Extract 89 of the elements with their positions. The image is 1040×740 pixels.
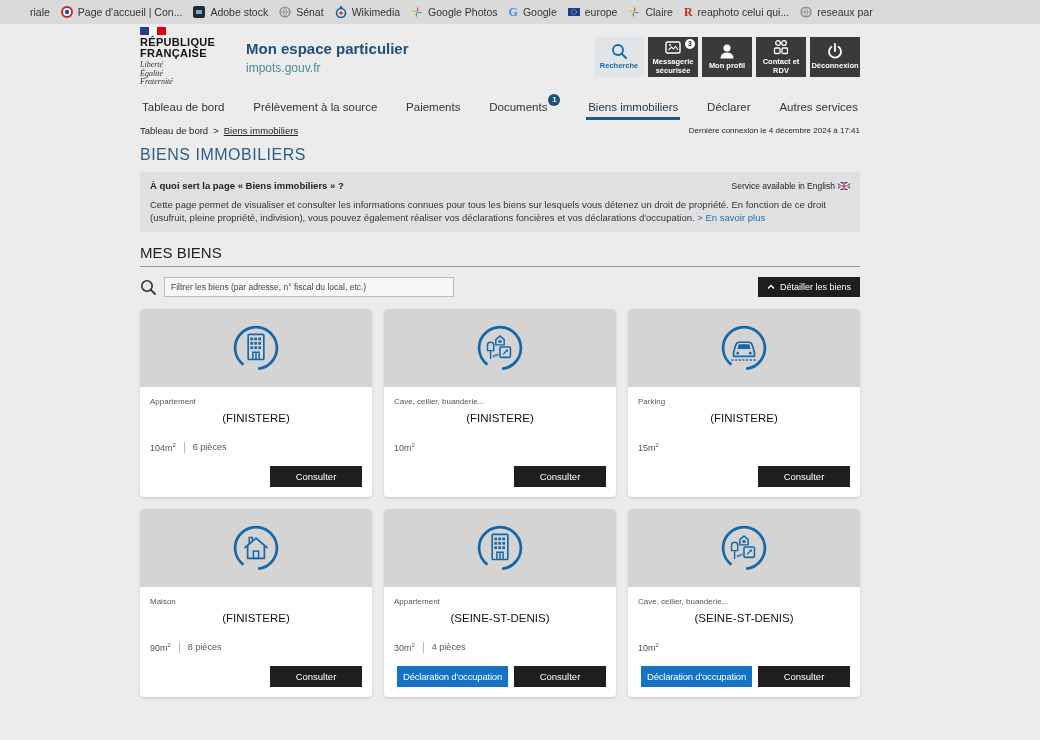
nav-tab[interactable]: Tableau de bord <box>140 93 227 120</box>
bookmark-link[interactable]: R reaphoto celui qui... <box>683 6 790 18</box>
square-logo-icon <box>193 6 206 18</box>
small-buildings-icon <box>720 524 768 572</box>
bookmark-link[interactable]: Adobe stock <box>193 6 269 18</box>
property-area: 15m$^{2}$ <box>638 441 659 453</box>
nav-tab[interactable]: Documents 1 <box>487 93 562 120</box>
republic-name: RÉPUBLIQUE FRANÇAISE <box>140 37 217 60</box>
nav-tab[interactable]: Prélèvement à la source <box>251 93 380 120</box>
learn-more-link[interactable]: > En savoir plus <box>697 211 766 223</box>
property-location: (FINISTERE) <box>709 412 779 424</box>
bookmark-link[interactable]: Wikimedia <box>334 6 401 18</box>
nav-tab[interactable]: Déclarer <box>705 93 753 120</box>
bookmark-link[interactable]: Google Photos <box>411 6 498 18</box>
car-icon <box>720 324 768 372</box>
property-location: (FINISTERE) <box>465 412 535 424</box>
help-text: Cette page permet de visualiser et consulter les informations connues pour tous les biens sur lesquels vous détenez un droit de propriété. En fonction de ce droit (usufruit, pleine propriété, indivision), vous pouvez également réaliser vos déclarations foncières et vos déclarations d'occupation. > En savoir plus <box>150 199 827 224</box>
site-address: impots.gouv.fr <box>246 60 322 75</box>
filter-field[interactable]: Filtrer les biens (par adresse, n° fiscal du local, etc.) <box>164 277 454 297</box>
consult-button[interactable]: Consulter <box>514 666 606 687</box>
globe-icon <box>800 6 813 18</box>
declaration-button[interactable]: Déclaration d'occupation <box>397 666 508 687</box>
breadcrumb-link[interactable]: Biens immobiliers <box>223 124 299 136</box>
count-badge: 1 <box>548 94 561 106</box>
property-area: 90m$^{2}$ <box>150 641 171 653</box>
republic-motto: Liberté Égalité Fraternité <box>140 61 174 87</box>
nav-tab[interactable]: Paiements <box>404 93 463 120</box>
bookmark-link[interactable]: europe <box>567 6 618 18</box>
section-title: MES BIENS <box>140 244 860 267</box>
consult-button[interactable]: Consulter <box>270 466 362 487</box>
breadcrumb-separator: > <box>213 124 219 136</box>
property-type: Maison <box>150 597 177 606</box>
search-icon <box>140 279 156 295</box>
property-type: Parking <box>638 397 667 406</box>
chevron-icon <box>766 283 775 291</box>
bookmark-link[interactable]: riale <box>30 6 50 18</box>
building-icon <box>232 324 280 372</box>
property-type: Cave, cellier, buanderie... <box>638 597 730 606</box>
circle-logo-icon <box>60 6 73 18</box>
property-location: (FINISTERE) <box>221 612 291 624</box>
property-type: Cave, cellier, buanderie... <box>394 397 486 406</box>
building-icon <box>476 524 524 572</box>
bookmark-link[interactable]: Page d'accueil | Con... <box>60 6 183 18</box>
dot-ring-icon <box>334 6 347 18</box>
property-area: 104m$^{2}$ <box>150 441 176 453</box>
image-icon <box>665 39 681 55</box>
room-count: 4 pièces <box>431 642 466 652</box>
pinwheel-icon <box>411 6 424 18</box>
search-icon <box>611 43 627 60</box>
nav-tab[interactable]: Autres services <box>777 93 860 120</box>
property-location: (SEINE-ST-DENIS) <box>449 612 551 624</box>
small-buildings-icon <box>476 324 524 372</box>
flag-icon <box>140 27 166 36</box>
letter-icon: G <box>508 6 518 18</box>
house-icon <box>232 524 280 572</box>
bookmark-link[interactable]: Claire <box>628 6 673 18</box>
bookmark-link[interactable]: G Google <box>508 6 557 18</box>
detail-button[interactable]: Détailler les biens <box>757 277 860 297</box>
property-type: Appartement <box>394 597 441 606</box>
power-icon <box>827 43 843 60</box>
people-icon <box>773 39 789 55</box>
flag-icon <box>838 181 850 190</box>
person-icon <box>719 43 735 60</box>
consult-button[interactable]: Consulter <box>270 666 362 687</box>
pinwheel-icon <box>628 6 641 18</box>
consult-button[interactable]: Consulter <box>758 666 850 687</box>
property-location: (FINISTERE) <box>221 412 291 424</box>
room-count: 8 pièces <box>187 642 222 652</box>
english-version-link[interactable]: Service available in English <box>731 180 850 191</box>
property-area: 10m$^{2}$ <box>394 441 415 453</box>
letter-icon: R <box>683 6 693 18</box>
property-area: 30m$^{2}$ <box>394 641 415 653</box>
consult-button[interactable]: Consulter <box>514 466 606 487</box>
property-location: (SEINE-ST-DENIS) <box>693 612 795 624</box>
globe-icon <box>279 6 292 18</box>
breadcrumb-link[interactable]: Tableau de bord <box>140 124 209 136</box>
bookmark-link[interactable]: reseaux par <box>800 6 873 18</box>
room-count: 6 pièces <box>192 442 227 452</box>
bookmark-link[interactable]: Sénat <box>279 6 324 18</box>
site-title: Mon espace particulier <box>246 39 409 57</box>
property-type: Appartement <box>150 397 197 406</box>
nav-tab[interactable]: Biens immobiliers <box>586 93 681 120</box>
property-area: 10m$^{2}$ <box>638 641 659 653</box>
last-login-text: Dernière connexion le 4 décembre 2024 à 17:41 <box>688 125 860 135</box>
flag-icon <box>567 6 580 18</box>
page-title: BIENS IMMOBILIERS <box>140 146 307 164</box>
consult-button[interactable]: Consulter <box>758 466 850 487</box>
declaration-button[interactable]: Déclaration d'occupation <box>641 666 752 687</box>
help-question: À quoi sert la page « Biens immobiliers » ? <box>150 180 344 191</box>
